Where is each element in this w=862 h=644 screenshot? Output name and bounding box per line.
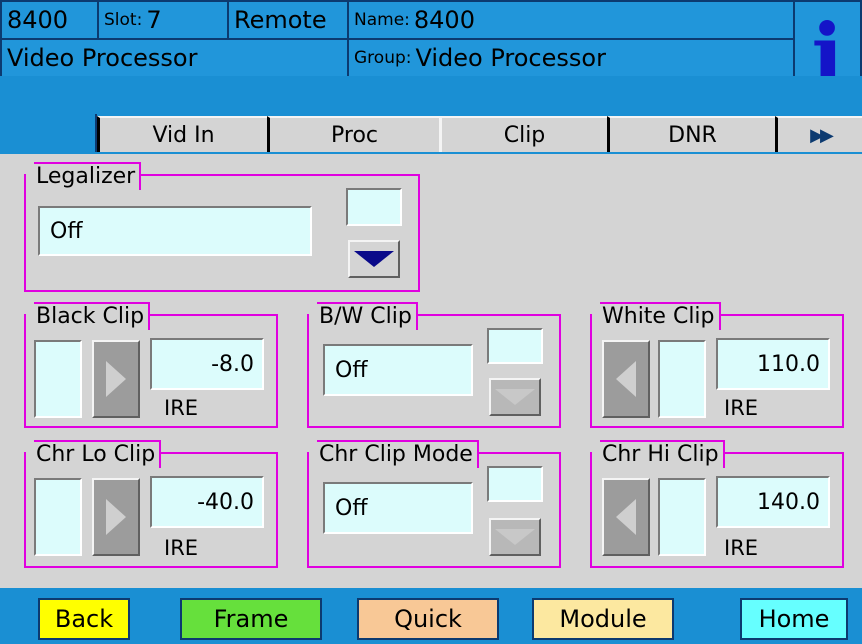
double-arrow-right-icon: ▶▶ xyxy=(810,124,834,146)
quick-button-label: Quick xyxy=(394,605,462,633)
chr-clip-mode-indicator xyxy=(487,466,543,502)
slot-cell: Slot: 7 xyxy=(97,0,229,40)
module-button[interactable]: Module xyxy=(532,598,674,640)
chr-hi-clip-group: Chr Hi Clip 140.0 IRE xyxy=(590,440,844,568)
chr-clip-mode-value-field[interactable]: Off xyxy=(323,482,473,534)
frame-button[interactable]: Frame xyxy=(180,598,322,640)
tab-bar-top xyxy=(0,76,862,116)
slot-value: 7 xyxy=(146,6,162,34)
group-label: Group: xyxy=(354,48,412,68)
device-id-cell: 8400 xyxy=(0,0,99,40)
black-clip-value-field[interactable]: -8.0 xyxy=(150,338,264,390)
tab-proc[interactable]: Proc xyxy=(267,116,439,152)
chr-hi-clip-value-field[interactable]: 140.0 xyxy=(716,476,830,528)
legalizer-dropdown-button[interactable] xyxy=(348,240,400,278)
white-clip-value-field[interactable]: 110.0 xyxy=(716,338,830,390)
black-clip-group: Black Clip -8.0 IRE xyxy=(24,302,278,428)
name-cell: Name: 8400 xyxy=(347,0,795,40)
tab-dnr[interactable]: DNR xyxy=(607,116,775,152)
bw-clip-group: B/W Clip Off xyxy=(307,302,561,428)
name-label: Name: xyxy=(354,10,410,30)
arrow-left-icon xyxy=(616,499,636,535)
mode-cell: Remote xyxy=(227,0,349,40)
home-button[interactable]: Home xyxy=(740,598,848,640)
black-clip-unit: IRE xyxy=(164,396,199,420)
white-clip-unit: IRE xyxy=(724,396,759,420)
quick-button[interactable]: Quick xyxy=(357,598,499,640)
chr-hi-clip-indicator xyxy=(658,478,706,556)
black-clip-value: -8.0 xyxy=(211,351,254,377)
arrow-right-icon xyxy=(106,361,126,397)
chr-lo-clip-value-field[interactable]: -40.0 xyxy=(150,476,264,528)
white-clip-value: 110.0 xyxy=(757,351,820,377)
chr-hi-clip-value: 140.0 xyxy=(757,489,820,515)
chr-hi-clip-title: Chr Hi Clip xyxy=(592,440,725,468)
chr-lo-clip-indicator xyxy=(34,478,82,556)
black-clip-indicator xyxy=(34,340,82,418)
tab-vid-in-label: Vid In xyxy=(152,122,215,148)
mode-label: Remote xyxy=(234,6,327,34)
arrow-right-icon xyxy=(106,499,126,535)
legalizer-title: Legalizer xyxy=(25,162,142,190)
bw-clip-indicator xyxy=(487,328,543,364)
bw-clip-title: B/W Clip xyxy=(309,302,418,330)
bw-clip-value: Off xyxy=(335,357,368,383)
dropdown-arrow-icon xyxy=(495,389,535,405)
chr-hi-clip-decrement-button[interactable] xyxy=(602,478,650,556)
white-clip-title: White Clip xyxy=(592,302,721,330)
module-type: Video Processor xyxy=(7,44,198,72)
slot-label: Slot: xyxy=(104,10,143,30)
tab-spacer xyxy=(0,114,97,152)
bw-clip-value-field[interactable]: Off xyxy=(323,344,473,396)
black-clip-increment-button[interactable] xyxy=(92,340,140,418)
chr-clip-mode-group: Chr Clip Mode Off xyxy=(307,440,561,568)
chr-lo-clip-value: -40.0 xyxy=(197,489,254,515)
chr-clip-mode-value: Off xyxy=(335,495,368,521)
chr-clip-mode-dropdown-button[interactable] xyxy=(489,518,541,556)
legalizer-indicator xyxy=(346,188,402,226)
group-cell: Group: Video Processor xyxy=(347,38,795,78)
legalizer-value-field[interactable]: Off xyxy=(38,206,312,256)
legalizer-group: Legalizer Off xyxy=(24,162,420,292)
tab-clip[interactable]: Clip xyxy=(439,116,607,152)
device-id: 8400 xyxy=(7,6,69,34)
back-button-label: Back xyxy=(54,605,114,633)
black-clip-title: Black Clip xyxy=(25,302,151,330)
chr-lo-clip-title: Chr Lo Clip xyxy=(25,440,162,468)
module-type-cell: Video Processor xyxy=(0,38,349,78)
tab-more[interactable]: ▶▶ xyxy=(775,116,862,152)
white-clip-group: White Clip 110.0 IRE xyxy=(590,302,844,428)
home-button-label: Home xyxy=(758,605,830,633)
bw-clip-dropdown-button[interactable] xyxy=(489,378,541,416)
white-clip-indicator xyxy=(658,340,706,418)
tab-proc-label: Proc xyxy=(331,122,378,148)
arrow-left-icon xyxy=(616,361,636,397)
frame-button-label: Frame xyxy=(213,605,289,633)
chr-clip-mode-title: Chr Clip Mode xyxy=(309,440,479,468)
group-value: Video Processor xyxy=(415,44,606,72)
chr-lo-clip-increment-button[interactable] xyxy=(92,478,140,556)
back-button[interactable]: Back xyxy=(38,598,130,640)
chr-hi-clip-unit: IRE xyxy=(724,536,759,560)
tab-vid-in[interactable]: Vid In xyxy=(97,116,267,152)
chr-lo-clip-unit: IRE xyxy=(164,536,199,560)
dropdown-arrow-icon xyxy=(495,529,535,545)
dropdown-arrow-icon xyxy=(354,251,394,267)
name-value: 8400 xyxy=(413,6,475,34)
tab-dnr-label: DNR xyxy=(668,122,717,148)
legalizer-value: Off xyxy=(50,218,83,244)
white-clip-decrement-button[interactable] xyxy=(602,340,650,418)
tab-clip-label: Clip xyxy=(503,122,546,148)
module-button-label: Module xyxy=(559,605,647,633)
chr-lo-clip-group: Chr Lo Clip -40.0 IRE xyxy=(24,440,278,568)
